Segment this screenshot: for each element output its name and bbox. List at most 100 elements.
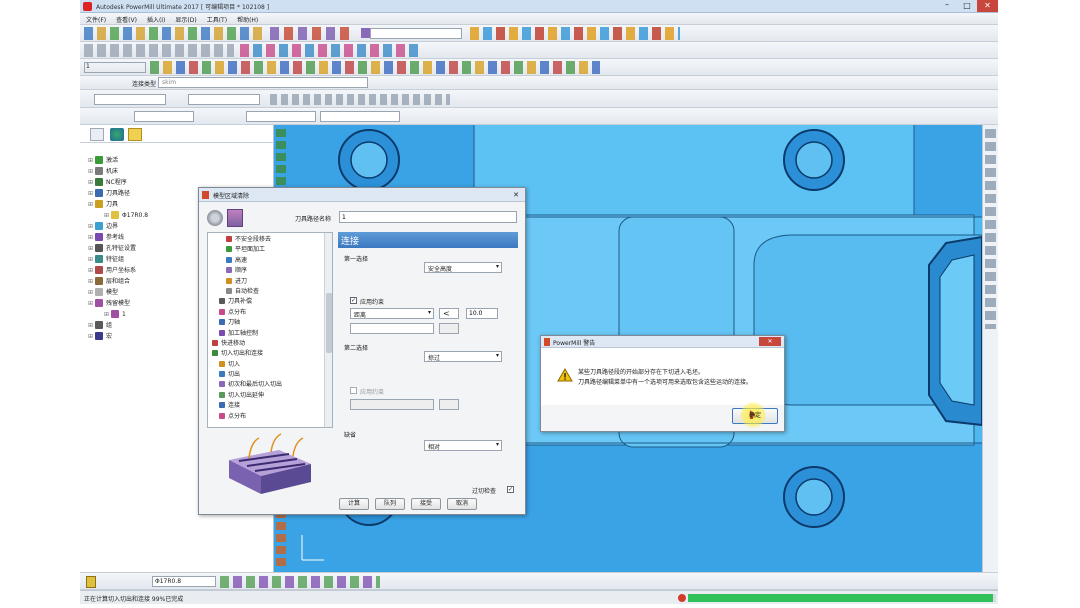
strategy-tree-item[interactable]: 切入 <box>212 359 282 369</box>
settings-icon[interactable] <box>207 210 223 226</box>
view-toolbar-icons[interactable] <box>84 44 234 57</box>
help-tab-icon[interactable] <box>128 128 142 141</box>
expand-icon[interactable]: ⊞ <box>88 179 93 186</box>
bottom-toolbar-icons[interactable] <box>220 576 380 588</box>
menu-item-2[interactable]: 插入(I) <box>147 17 165 24</box>
strategy-tree-item[interactable]: 加工轴控制 <box>212 328 282 338</box>
toolbar-icons-b[interactable] <box>270 27 350 40</box>
toolpath-name-input[interactable] <box>339 211 517 223</box>
window-title: Autodesk PowerMill Ultimate 2017 [ 可编辑项目… <box>96 4 270 11</box>
playback-controls[interactable] <box>270 94 450 105</box>
expand-icon[interactable]: ⊞ <box>88 168 93 175</box>
toolpath-select[interactable] <box>134 111 194 122</box>
tree-item[interactable]: ⊞ 激活 <box>88 155 268 166</box>
compare-select-2[interactable] <box>439 323 459 334</box>
feature-select-1[interactable] <box>94 94 166 105</box>
warning-title-bar[interactable]: PowerMill 警告 ✕ <box>541 336 784 348</box>
shading-toolbar-icons[interactable] <box>240 44 420 57</box>
menu-item-0[interactable]: 文件(F) <box>86 17 106 24</box>
expand-icon[interactable]: ⊞ <box>88 234 93 241</box>
gouge-check-checkbox[interactable]: ✓ <box>507 486 514 493</box>
toolpath-strategy-icons[interactable] <box>470 27 680 40</box>
expand-icon[interactable]: ⊞ <box>88 322 93 329</box>
strategy-tree-item[interactable]: 快进移动 <box>212 338 282 348</box>
second-choice-select[interactable]: 掠过 ▾ <box>424 351 502 362</box>
strategy-tree-item[interactable]: 切出 <box>212 369 282 379</box>
constraint-select-2[interactable] <box>350 323 434 334</box>
apply-constraint2-checkbox[interactable] <box>350 387 357 394</box>
maximize-button[interactable]: □ <box>958 1 976 11</box>
layer-select[interactable] <box>84 62 146 73</box>
strategy-tree-item[interactable]: 刀轴 <box>212 317 282 327</box>
tool-select[interactable] <box>246 111 316 122</box>
strategy-tree-label: 切出 <box>228 371 241 379</box>
stop-icon[interactable] <box>678 594 686 602</box>
strategy-tree-item[interactable]: 高速 <box>212 255 282 265</box>
tool-icon[interactable] <box>86 576 96 588</box>
apply-constraint-checkbox[interactable]: ✓ <box>350 297 357 304</box>
expand-icon[interactable]: ⊞ <box>104 311 109 318</box>
expand-icon[interactable]: ⊞ <box>88 333 93 340</box>
expand-icon[interactable]: ⊞ <box>88 267 93 274</box>
queue-button[interactable]: 队列 <box>375 498 405 510</box>
strategy-tree-item[interactable]: 顺序 <box>212 265 282 275</box>
warning-close-button[interactable]: ✕ <box>759 337 781 346</box>
expand-icon[interactable]: ⊞ <box>88 278 93 285</box>
strategy-tree-item[interactable]: 自动检查 <box>212 286 282 296</box>
compare2-select[interactable] <box>439 399 459 410</box>
first-choice-select[interactable]: 安全高度 ▾ <box>424 262 502 273</box>
expand-icon[interactable]: ⊞ <box>88 245 93 252</box>
strategy-tree-item[interactable]: 点分布 <box>212 307 282 317</box>
expand-icon[interactable]: ⊞ <box>88 190 93 197</box>
expand-icon[interactable]: ⊞ <box>88 300 93 307</box>
expand-icon[interactable]: ⊞ <box>88 201 93 208</box>
compare-select[interactable]: < <box>439 308 459 319</box>
tool-item-icon <box>111 211 120 219</box>
strategy-tree-item[interactable]: 刀具补偿 <box>212 296 282 306</box>
menu-item-1[interactable]: 查看(V) <box>116 17 137 24</box>
strategy-tree-item[interactable]: 平坦面加工 <box>212 244 282 254</box>
strategy-tree-item[interactable]: 不安全段移去 <box>212 234 282 244</box>
tree-scrollbar[interactable] <box>324 233 332 427</box>
right-toolbar[interactable] <box>982 125 998 572</box>
strategy-icon[interactable] <box>227 209 243 227</box>
cancel-button[interactable]: 取消 <box>447 498 477 510</box>
connect-type-select[interactable] <box>158 77 368 88</box>
constraint2-select[interactable] <box>350 399 434 410</box>
expand-icon[interactable]: ⊞ <box>88 289 93 296</box>
explorer-tab-icon[interactable] <box>90 128 104 141</box>
menu-item-5[interactable]: 帮助(H) <box>237 17 258 24</box>
menu-item-3[interactable]: 显示(D) <box>175 17 196 24</box>
globe-tab-icon[interactable] <box>110 128 124 141</box>
strategy-tree-item[interactable]: 点分布 <box>212 411 282 421</box>
expand-icon[interactable]: ⊞ <box>88 223 93 230</box>
default-select[interactable]: 相对 ▾ <box>424 440 502 451</box>
apply-constraint2-label: 应用约束 <box>360 389 385 396</box>
strategy-tree-item[interactable]: 切入切出延伸 <box>212 390 282 400</box>
distance-value-input[interactable] <box>466 308 498 319</box>
boundary-select[interactable] <box>320 111 400 122</box>
distance-select[interactable]: 距离 ▾ <box>350 308 434 319</box>
drill-select[interactable] <box>370 28 462 39</box>
close-button[interactable]: ✕ <box>977 0 998 12</box>
strategy-tree-item[interactable]: 连接 <box>212 400 282 410</box>
feature-select-2[interactable] <box>188 94 260 105</box>
tree-item[interactable]: ⊞ 机床 <box>88 166 268 177</box>
tree-item-label: 用户坐标系 <box>106 267 137 274</box>
expand-icon[interactable]: ⊞ <box>104 212 109 219</box>
expand-icon[interactable]: ⊞ <box>88 157 93 164</box>
dialog-close-button[interactable]: ✕ <box>510 190 522 200</box>
strategy-tree-item[interactable]: 初次和最后切入切出 <box>212 379 282 389</box>
gouge-check-label: 过切检查 <box>472 488 497 495</box>
accept-button[interactable]: 接受 <box>411 498 441 510</box>
strategy-tree-item[interactable]: 进刀 <box>212 276 282 286</box>
minimize-button[interactable]: – <box>938 1 956 11</box>
strategy-tree-item[interactable]: 切入切出和连接 <box>212 348 282 358</box>
calculate-button[interactable]: 计算 <box>339 498 369 510</box>
menu-item-4[interactable]: 工具(T) <box>207 17 227 24</box>
dialog-title-bar[interactable]: 模型区域清除 ✕ <box>199 188 525 202</box>
drill-icon[interactable] <box>361 28 370 38</box>
expand-icon[interactable]: ⊞ <box>88 256 93 263</box>
main-toolbar-icons[interactable] <box>84 27 264 40</box>
model-toolbar-icons[interactable] <box>150 61 600 74</box>
